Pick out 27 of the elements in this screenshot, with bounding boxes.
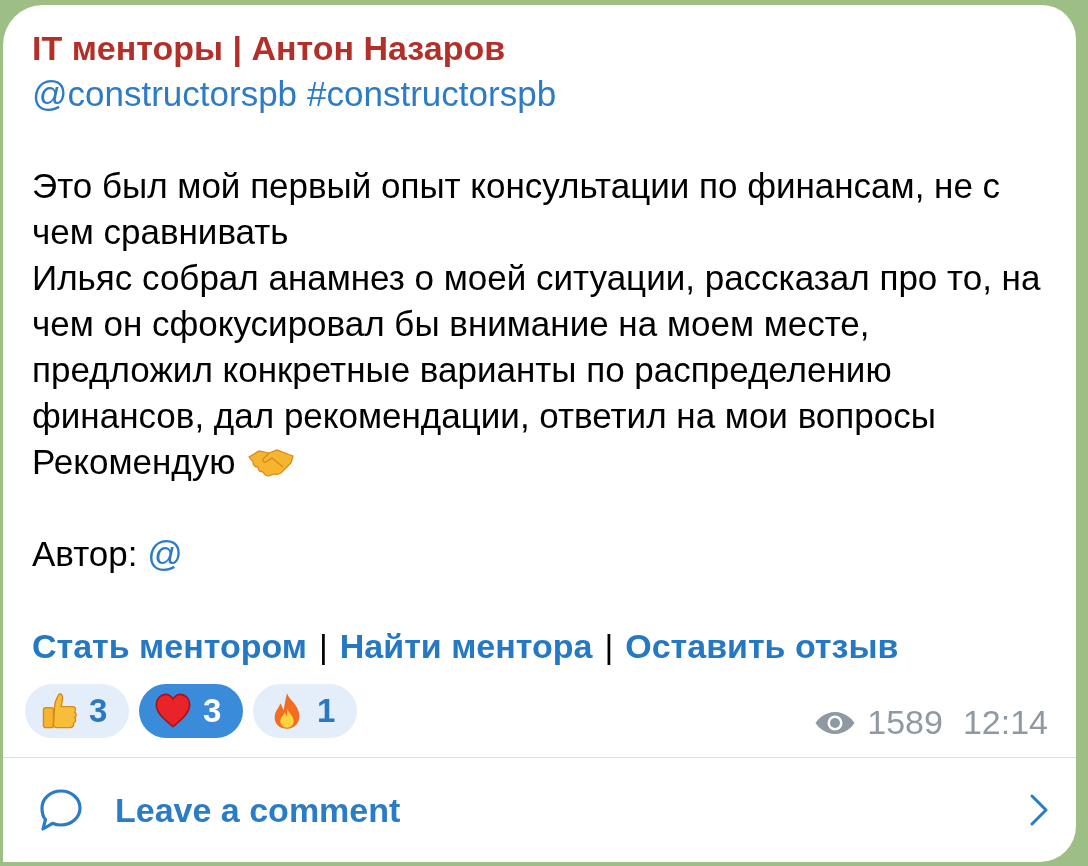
- view-count: 1589: [867, 702, 943, 743]
- message-text: Рекомендую: [32, 441, 236, 483]
- message-text: финансов, дал рекомендации, ответил на мои вопросы: [32, 395, 936, 437]
- inline-link[interactable]: Оставить отзыв: [625, 623, 899, 669]
- hashtag-link[interactable]: #constructorspb: [307, 71, 557, 117]
- author-line: Автор: @: [32, 533, 183, 575]
- message-text: чем сравнивать: [32, 211, 289, 253]
- eye-icon: [815, 710, 856, 735]
- inline-link[interactable]: Найти ментора: [339, 623, 593, 669]
- comment-button[interactable]: Leave a comment: [3, 758, 1076, 862]
- reaction-button[interactable]: 3: [139, 684, 243, 738]
- mention-link[interactable]: @constructorspb: [32, 71, 298, 117]
- inline-link[interactable]: Стать ментором: [32, 623, 307, 669]
- message-text: Ильяс собрал анамнез о моей ситуации, рассказал про то, на: [32, 257, 1041, 299]
- message-time: 12:14: [962, 702, 1048, 743]
- message-text: предложил конкретные варианты по распределению: [32, 349, 892, 391]
- message-text: Это был мой первый опыт консультации по финансам, не с: [32, 165, 1001, 207]
- separator-text: |: [604, 626, 614, 667]
- chat-bubble-icon: [37, 788, 83, 832]
- reaction-button[interactable]: 3: [25, 684, 129, 738]
- message-text: чем он сфокусировал бы внимание на моем месте,: [32, 303, 870, 345]
- channel-title: IT менторы | Антон Назаров: [32, 28, 506, 69]
- separator-text: |: [318, 626, 328, 667]
- author-link[interactable]: @: [147, 534, 183, 573]
- chevron-right-icon: [1030, 794, 1048, 826]
- handshake-icon: [247, 447, 296, 477]
- reaction-button[interactable]: 1: [253, 684, 357, 738]
